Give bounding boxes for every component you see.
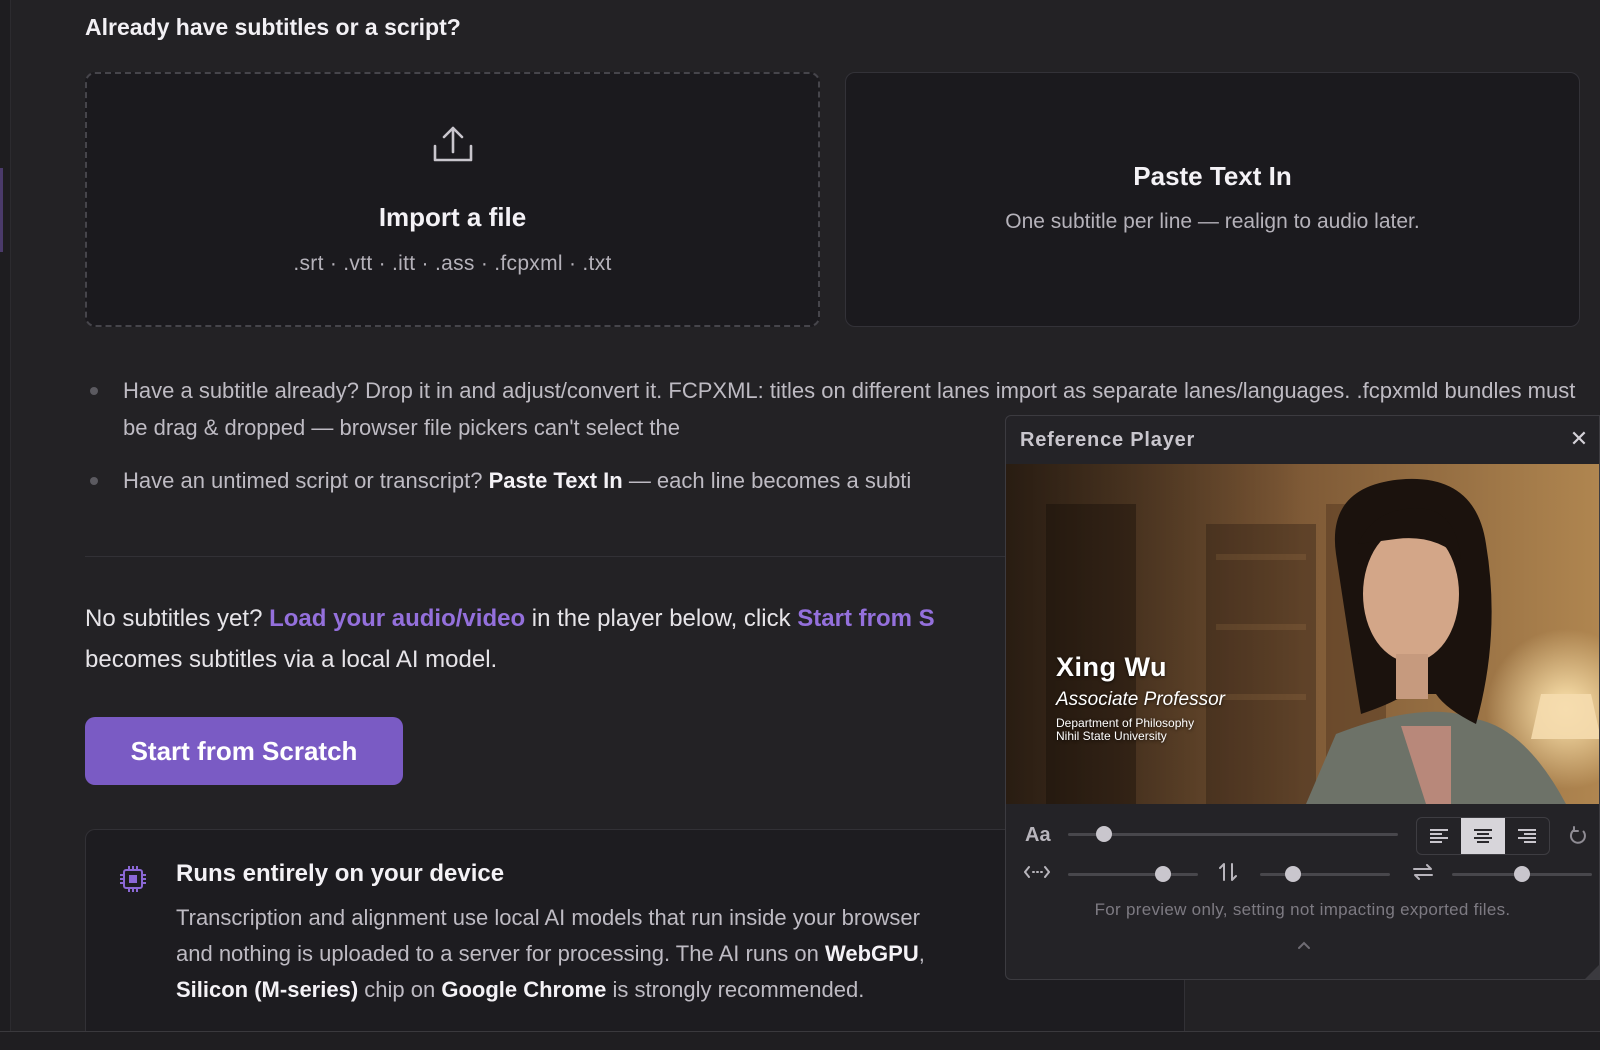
close-icon[interactable]: ✕ [1565, 426, 1593, 454]
horizontal-position-slider[interactable] [1068, 866, 1198, 882]
section-divider [85, 556, 1005, 557]
swap-icon [1413, 864, 1433, 880]
silicon-text: Silicon (M-series) [176, 977, 359, 1002]
bullet-2-pre: Have an untimed script or transcript? [123, 468, 489, 493]
lower-third-university: Nihil State University [1056, 729, 1167, 743]
lower-third-role: Associate Professor [1056, 689, 1225, 710]
align-center-button[interactable] [1461, 818, 1505, 854]
start-from-scratch-link[interactable]: Start from S [797, 605, 934, 632]
device-card-body: Transcription and alignment use local AI… [176, 900, 1076, 1008]
bullet-dot [90, 387, 98, 395]
vertical-position-slider[interactable] [1260, 866, 1390, 882]
video-image [1006, 464, 1599, 804]
font-size-thumb[interactable] [1096, 826, 1113, 842]
horizontal-position-icon [1024, 866, 1050, 878]
device-body-1: Transcription and alignment use local AI… [176, 905, 920, 930]
load-media-link[interactable]: Load your audio/video [269, 605, 525, 632]
section-title: Already have subtitles or a script? [85, 14, 461, 40]
player-controls: Aa For preview only, setting not impacti… [1006, 804, 1599, 979]
player-header[interactable]: Reference Player ✕ [1006, 416, 1599, 464]
preview-note: For preview only, setting not impacting … [1094, 900, 1511, 919]
paste-text-card[interactable]: Paste Text In One subtitle per line — re… [845, 72, 1580, 327]
device-body-2: and nothing is uploaded to a server for … [176, 941, 825, 966]
align-left-icon [1430, 829, 1448, 843]
device-body-3: , [918, 941, 925, 966]
align-right-button[interactable] [1505, 818, 1549, 854]
spacing-slider[interactable] [1452, 866, 1592, 882]
import-card-title: Import a file [378, 202, 527, 232]
start-from-scratch-button[interactable]: Start from Scratch [85, 717, 403, 785]
chrome-text: Google Chrome [441, 977, 607, 1002]
lower-third: Xing Wu Associate Professor Department o… [1056, 652, 1225, 743]
align-center-icon [1474, 829, 1492, 843]
paste-card-subtitle: One subtitle per line — realign to audio… [1005, 210, 1420, 233]
alignment-group [1416, 817, 1550, 855]
upload-icon [433, 126, 472, 162]
chip-icon [120, 866, 146, 892]
webgpu-text: WebGPU [825, 941, 919, 966]
device-body-4: chip on [358, 977, 442, 1002]
import-file-card[interactable]: Import a file .srt · .vtt · .itt · .ass … [85, 72, 820, 327]
spacing-thumb[interactable] [1514, 866, 1530, 882]
left-rail [0, 0, 11, 1050]
reset-icon[interactable] [1568, 826, 1588, 846]
bullet-2-bold: Paste Text In [488, 468, 623, 493]
horizontal-position-thumb[interactable] [1154, 866, 1171, 882]
vertical-position-thumb[interactable] [1284, 866, 1301, 882]
player-title: Reference Player [1020, 429, 1196, 451]
reference-player-panel[interactable]: Reference Player ✕ Xing Wu Associate Pro… [1005, 415, 1600, 980]
bottom-bar [0, 1031, 1600, 1050]
align-right-icon [1518, 829, 1536, 843]
bullet-dot [90, 477, 98, 485]
intro-mid: in the player below, click [525, 605, 798, 632]
rail-accent [0, 168, 3, 252]
resize-handle[interactable] [1585, 965, 1599, 979]
chevron-up-icon[interactable] [1296, 939, 1312, 951]
vertical-position-icon [1219, 863, 1237, 881]
align-left-button[interactable] [1417, 818, 1461, 854]
bullet-2-post: — each line becomes a subti [622, 468, 912, 493]
font-size-slider[interactable] [1068, 826, 1398, 842]
intro-post: becomes subtitles via a local AI model. [85, 646, 498, 673]
font-size-icon: Aa [1025, 824, 1051, 846]
paste-card-title: Paste Text In [1133, 161, 1292, 191]
video-frame[interactable]: Xing Wu Associate Professor Department o… [1006, 464, 1599, 804]
device-card-title: Runs entirely on your device [176, 860, 505, 887]
import-card-formats: .srt · .vtt · .itt · .ass · .fcpxml · .t… [293, 252, 612, 275]
device-body-5: is strongly recommended. [606, 977, 865, 1002]
intro-pre: No subtitles yet? [85, 605, 270, 632]
lower-third-name: Xing Wu [1056, 652, 1167, 682]
